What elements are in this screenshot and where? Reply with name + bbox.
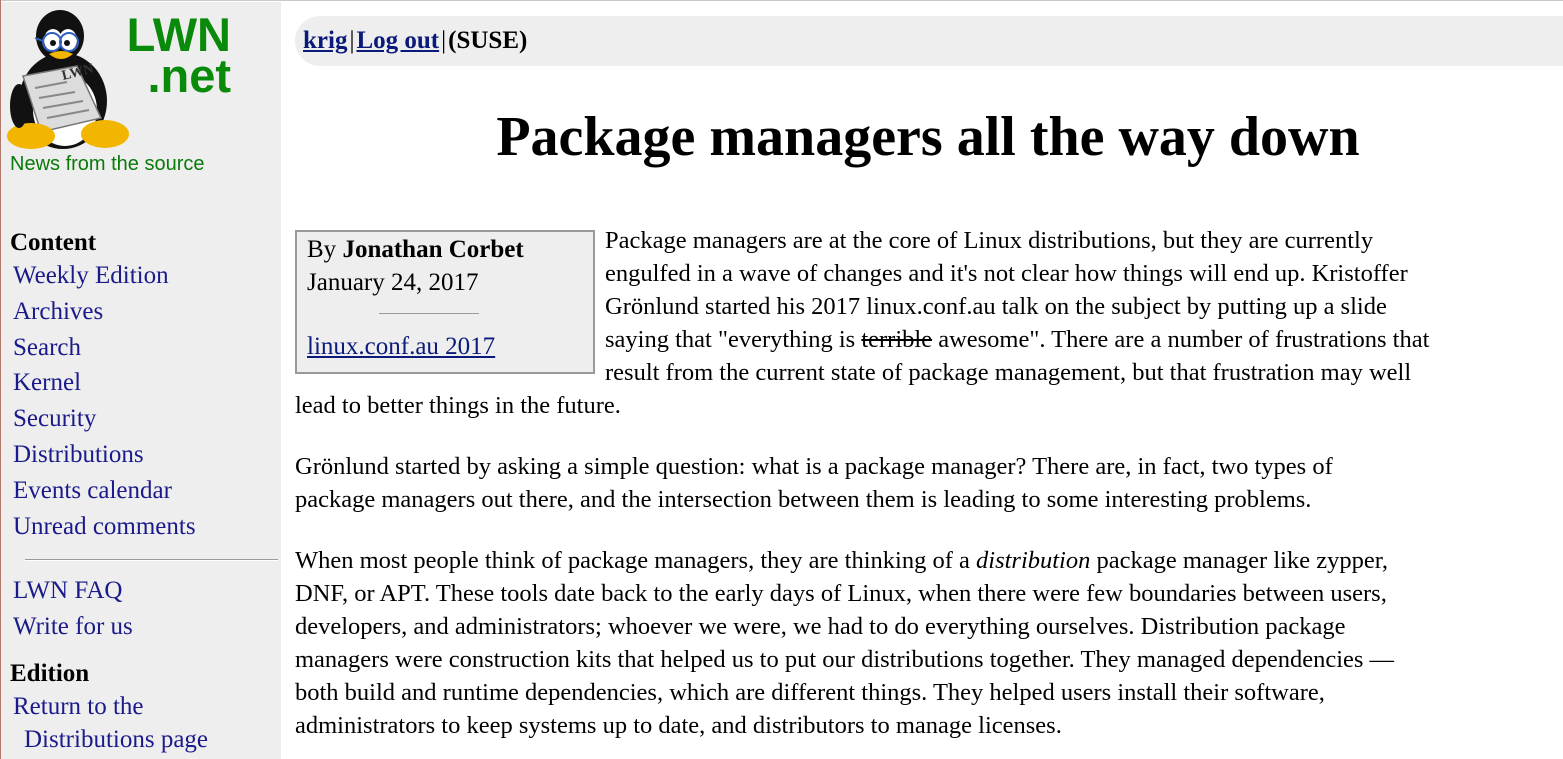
text-fragment: When most people think of package manage… bbox=[295, 547, 977, 574]
sidebar-item-distributions[interactable]: Distributions bbox=[13, 441, 144, 469]
text-line: When most people think of package manage… bbox=[295, 547, 1388, 575]
text-fragment: package manager like zypper, bbox=[1090, 547, 1389, 574]
author-name: Jonathan Corbet bbox=[342, 236, 524, 263]
struck-word: terrible bbox=[861, 326, 933, 353]
text-line: both build and runtime dependencies, whi… bbox=[295, 679, 1325, 706]
return-link-line1: Return to the bbox=[13, 693, 144, 720]
text-fragment: saying that "everything is bbox=[605, 326, 862, 353]
text-line: package managers out there, and the inte… bbox=[295, 486, 1312, 513]
userbar-separator: | bbox=[441, 27, 447, 54]
sidebar-item-archives[interactable]: Archives bbox=[13, 298, 103, 326]
text-line: result from the current state of package… bbox=[605, 359, 1412, 386]
sidebar-item-search[interactable]: Search bbox=[13, 334, 81, 362]
sidebar: LWN LWN .net News from the source Conten… bbox=[1, 2, 281, 759]
byline-author: By Jonathan Corbet bbox=[307, 236, 524, 264]
article-title: Package managers all the way down bbox=[496, 106, 1360, 168]
text-line: DNF, or APT. These tools date back to th… bbox=[295, 580, 1387, 607]
sidebar-item-kernel[interactable]: Kernel bbox=[13, 369, 81, 397]
logout-link[interactable]: Log out bbox=[356, 27, 439, 54]
article-date: January 24, 2017 bbox=[307, 269, 479, 296]
sidebar-item-events-calendar[interactable]: Events calendar bbox=[13, 477, 172, 505]
sidebar-divider bbox=[25, 559, 278, 561]
text-line: Grönlund started his 2017 linux.conf.au … bbox=[605, 293, 1387, 320]
sidebar-item-return-to-distributions-cont[interactable]: Distributions page bbox=[24, 726, 208, 754]
sidebar-item-write-for-us[interactable]: Write for us bbox=[13, 613, 133, 641]
byline-prefix: By bbox=[307, 236, 337, 263]
logo-word-net: .net bbox=[147, 49, 231, 102]
event-link[interactable]: linux.conf.au 2017 bbox=[307, 333, 495, 361]
tagline: News from the source bbox=[10, 153, 205, 175]
user-bar: krig|Log out|(SUSE) bbox=[295, 16, 1563, 66]
text-fragment: awesome". There are a number of frustrat… bbox=[932, 326, 1430, 353]
sidebar-item-return-to-distributions[interactable]: Return to the bbox=[13, 693, 144, 721]
text-line: lead to better things in the future. bbox=[295, 392, 621, 419]
byline-box: By Jonathan Corbet January 24, 2017 linu… bbox=[295, 230, 595, 374]
nav-heading-content: Content bbox=[10, 229, 97, 256]
byline-divider bbox=[379, 313, 479, 314]
text-line: engulfed in a wave of changes and it's n… bbox=[605, 260, 1408, 287]
sidebar-item-security[interactable]: Security bbox=[13, 405, 96, 433]
site-logo-text[interactable]: LWN .net bbox=[111, 11, 231, 102]
emphasis-word: distribution bbox=[976, 547, 1091, 574]
nav-heading-edition: Edition bbox=[10, 660, 90, 687]
text-line: saying that "everything is terrible awes… bbox=[605, 326, 1429, 354]
sidebar-item-unread-comments[interactable]: Unread comments bbox=[13, 513, 196, 541]
username-link[interactable]: krig bbox=[303, 27, 347, 54]
text-line: developers, and administrators; whoever … bbox=[295, 613, 1346, 640]
text-line: managers were construction kits that hel… bbox=[295, 646, 1395, 673]
text-line: Package managers are at the core of Linu… bbox=[605, 227, 1374, 254]
return-link-line2: Distributions page bbox=[24, 726, 209, 753]
sidebar-item-weekly-edition[interactable]: Weekly Edition bbox=[13, 262, 169, 290]
sidebar-item-lwn-faq[interactable]: LWN FAQ bbox=[13, 577, 122, 605]
text-line: administrators to keep systems up to dat… bbox=[295, 712, 1062, 739]
top-rule bbox=[0, 0, 1563, 1]
user-organization: (SUSE) bbox=[448, 27, 528, 54]
text-line: Grönlund started by asking a simple ques… bbox=[295, 453, 1333, 480]
